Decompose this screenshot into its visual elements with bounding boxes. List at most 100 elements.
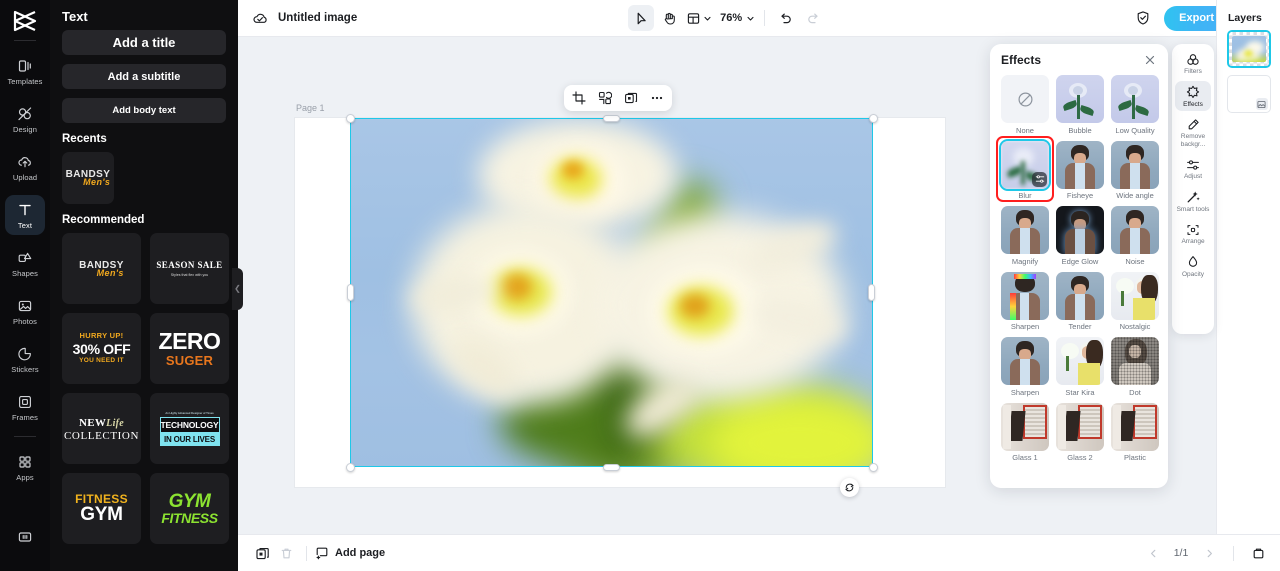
effect-item-fisheye[interactable]: Fisheye xyxy=(1056,140,1104,200)
zoom-selector[interactable]: 76% xyxy=(716,12,757,24)
resize-handle-bottom-right[interactable] xyxy=(869,463,878,472)
effect-item-bubble[interactable]: Bubble xyxy=(1056,75,1104,135)
layout-selector[interactable] xyxy=(684,11,714,26)
delete-page-button[interactable] xyxy=(274,541,298,565)
cutout-icon[interactable] xyxy=(597,90,613,106)
sidebar-item-design[interactable]: Design xyxy=(5,99,45,139)
capcut-logo-icon[interactable] xyxy=(8,6,42,36)
sidebar-item-upload[interactable]: Upload xyxy=(5,147,45,187)
sidebar-item-text[interactable]: Text xyxy=(5,195,45,235)
add-page-button[interactable]: Add page xyxy=(315,546,385,560)
sidebar-item-photos[interactable]: Photos xyxy=(5,291,45,331)
effect-thumbnail xyxy=(1001,402,1049,451)
tool-smart-tools[interactable]: Smart tools xyxy=(1175,186,1211,217)
next-page-button[interactable] xyxy=(1197,541,1221,565)
tool-arrange[interactable]: Arrange xyxy=(1175,218,1211,249)
effect-thumbnail xyxy=(1111,402,1159,451)
template-technology-in-our-lives[interactable]: An Highly Advanced Designer of Times TEC… xyxy=(150,393,229,464)
effect-item-magnify[interactable]: Magnify xyxy=(1001,206,1049,266)
sidebar-item-frames[interactable]: Frames xyxy=(5,387,45,427)
template-fitness-gym[interactable]: FITNESS GYM xyxy=(62,473,141,544)
add-body-text-button[interactable]: Add body text xyxy=(62,98,226,123)
template-season-sale[interactable]: SEASON SALE Styles that flex with you xyxy=(150,233,229,304)
undo-button[interactable] xyxy=(772,5,798,31)
hand-tool-button[interactable] xyxy=(656,5,682,31)
resize-handle-bottom-left[interactable] xyxy=(346,463,355,472)
canvas-image[interactable] xyxy=(350,118,873,467)
ellipsis-icon[interactable] xyxy=(649,90,665,106)
panel-toggle-icon[interactable] xyxy=(5,517,45,557)
effect-item-blur[interactable]: Blur xyxy=(996,135,1054,202)
effect-item-wide-angle[interactable]: Wide angle xyxy=(1111,140,1159,200)
effect-label: Wide angle xyxy=(1116,191,1154,200)
effect-item-dot[interactable]: Dot xyxy=(1111,337,1159,397)
tool-effects[interactable]: Effects xyxy=(1175,80,1211,111)
resize-handle-top-right[interactable] xyxy=(869,114,878,123)
effect-item-glass-2[interactable]: Glass 2 xyxy=(1056,402,1104,462)
tool-adjust[interactable]: Adjust xyxy=(1175,153,1211,184)
effect-item-sharpen[interactable]: Sharpen xyxy=(1001,337,1049,397)
template-zero-suger[interactable]: ZERO SUGER xyxy=(150,313,229,384)
effect-thumbnail xyxy=(1111,337,1159,385)
sidebar-item-templates[interactable]: Templates xyxy=(5,51,45,91)
rotate-handle[interactable] xyxy=(840,478,859,497)
layer-item-image[interactable] xyxy=(1226,30,1271,68)
sidebar-item-label: Photos xyxy=(13,316,37,326)
close-icon[interactable] xyxy=(1143,53,1157,67)
panel-collapse-handle[interactable]: ❮ xyxy=(232,268,243,310)
add-title-button[interactable]: Add a title xyxy=(62,30,226,55)
sidebar-item-shapes[interactable]: Shapes xyxy=(5,243,45,283)
add-subtitle-button[interactable]: Add a subtitle xyxy=(62,64,226,89)
document-title[interactable]: Untitled image xyxy=(278,12,357,24)
effects-title: Effects xyxy=(1001,53,1042,67)
resize-handle-top-left[interactable] xyxy=(346,114,355,123)
template-hurry-30-off[interactable]: HURRY UP! 30% OFF YOU NEED IT xyxy=(62,313,141,384)
page-navigation: 1/1 xyxy=(1141,541,1280,565)
pages-grid-button[interactable] xyxy=(1246,541,1270,565)
effect-item-glass-1[interactable]: Glass 1 xyxy=(1001,402,1049,462)
effect-label: Sharpen xyxy=(1010,387,1040,397)
effect-label: Edge Glow xyxy=(1061,256,1099,266)
prev-page-button[interactable] xyxy=(1141,541,1165,565)
sidebar-item-stickers[interactable]: Stickers xyxy=(5,339,45,379)
crop-icon[interactable] xyxy=(571,90,587,106)
tool-remove-background[interactable]: Remove backgr... xyxy=(1175,113,1211,151)
duplicate-page-button[interactable] xyxy=(250,541,274,565)
effect-thumbnail xyxy=(1056,206,1104,254)
thumb-line1: ZERO xyxy=(158,328,221,354)
thumb-line1: TECHNOLOGY xyxy=(159,417,220,433)
effect-item-plastic[interactable]: Plastic xyxy=(1111,402,1159,462)
template-new-life-collection[interactable]: NEWLife COLLECTION xyxy=(62,393,141,464)
effect-item-low-quality[interactable]: Low Quality xyxy=(1111,75,1159,135)
redo-button[interactable] xyxy=(800,5,826,31)
duplicate-icon[interactable] xyxy=(623,90,639,106)
tool-opacity[interactable]: Opacity xyxy=(1175,251,1211,282)
template-gym-fitness[interactable]: GYM FITNESS xyxy=(150,473,229,544)
sidebar-item-apps[interactable]: Apps xyxy=(5,447,45,487)
tool-filters[interactable]: Filters xyxy=(1175,48,1211,79)
effect-item-tender[interactable]: Tender xyxy=(1056,271,1104,331)
recent-template-bandsy[interactable]: BANDSY Men's xyxy=(62,152,114,204)
layers-title: Layers xyxy=(1228,12,1262,24)
effect-item-none[interactable]: None xyxy=(1001,75,1049,135)
resize-handle-bottom[interactable] xyxy=(603,464,620,471)
effect-item-edge-glow[interactable]: Edge Glow xyxy=(1056,206,1104,266)
resize-handle-right[interactable] xyxy=(868,284,875,301)
layer-item-blank[interactable] xyxy=(1226,75,1271,113)
cloud-sync-icon[interactable] xyxy=(251,9,269,27)
effect-item-sharpen[interactable]: Sharpen xyxy=(1001,271,1049,331)
sliders-icon[interactable] xyxy=(1032,171,1047,187)
adjust-sliders-icon xyxy=(1186,157,1201,172)
resize-handle-left[interactable] xyxy=(347,284,354,301)
template-bandsy-mens[interactable]: BANDSY Men's xyxy=(62,233,141,304)
image-tools-rail: Filters Effects Remove backgr... Adjust … xyxy=(1172,44,1214,334)
resize-handle-top[interactable] xyxy=(603,115,620,122)
effect-thumbnail xyxy=(1056,140,1104,189)
effect-item-nostalgic[interactable]: Nostalgic xyxy=(1111,271,1159,331)
effect-item-noise[interactable]: Noise xyxy=(1111,206,1159,266)
shield-check-icon[interactable] xyxy=(1130,5,1156,31)
select-tool-button[interactable] xyxy=(628,5,655,31)
thumb-line2: COLLECTION xyxy=(63,430,140,443)
top-toolbar-right: 76% Export xyxy=(628,5,1280,31)
effect-item-star-kira[interactable]: Star Kira xyxy=(1056,337,1104,397)
